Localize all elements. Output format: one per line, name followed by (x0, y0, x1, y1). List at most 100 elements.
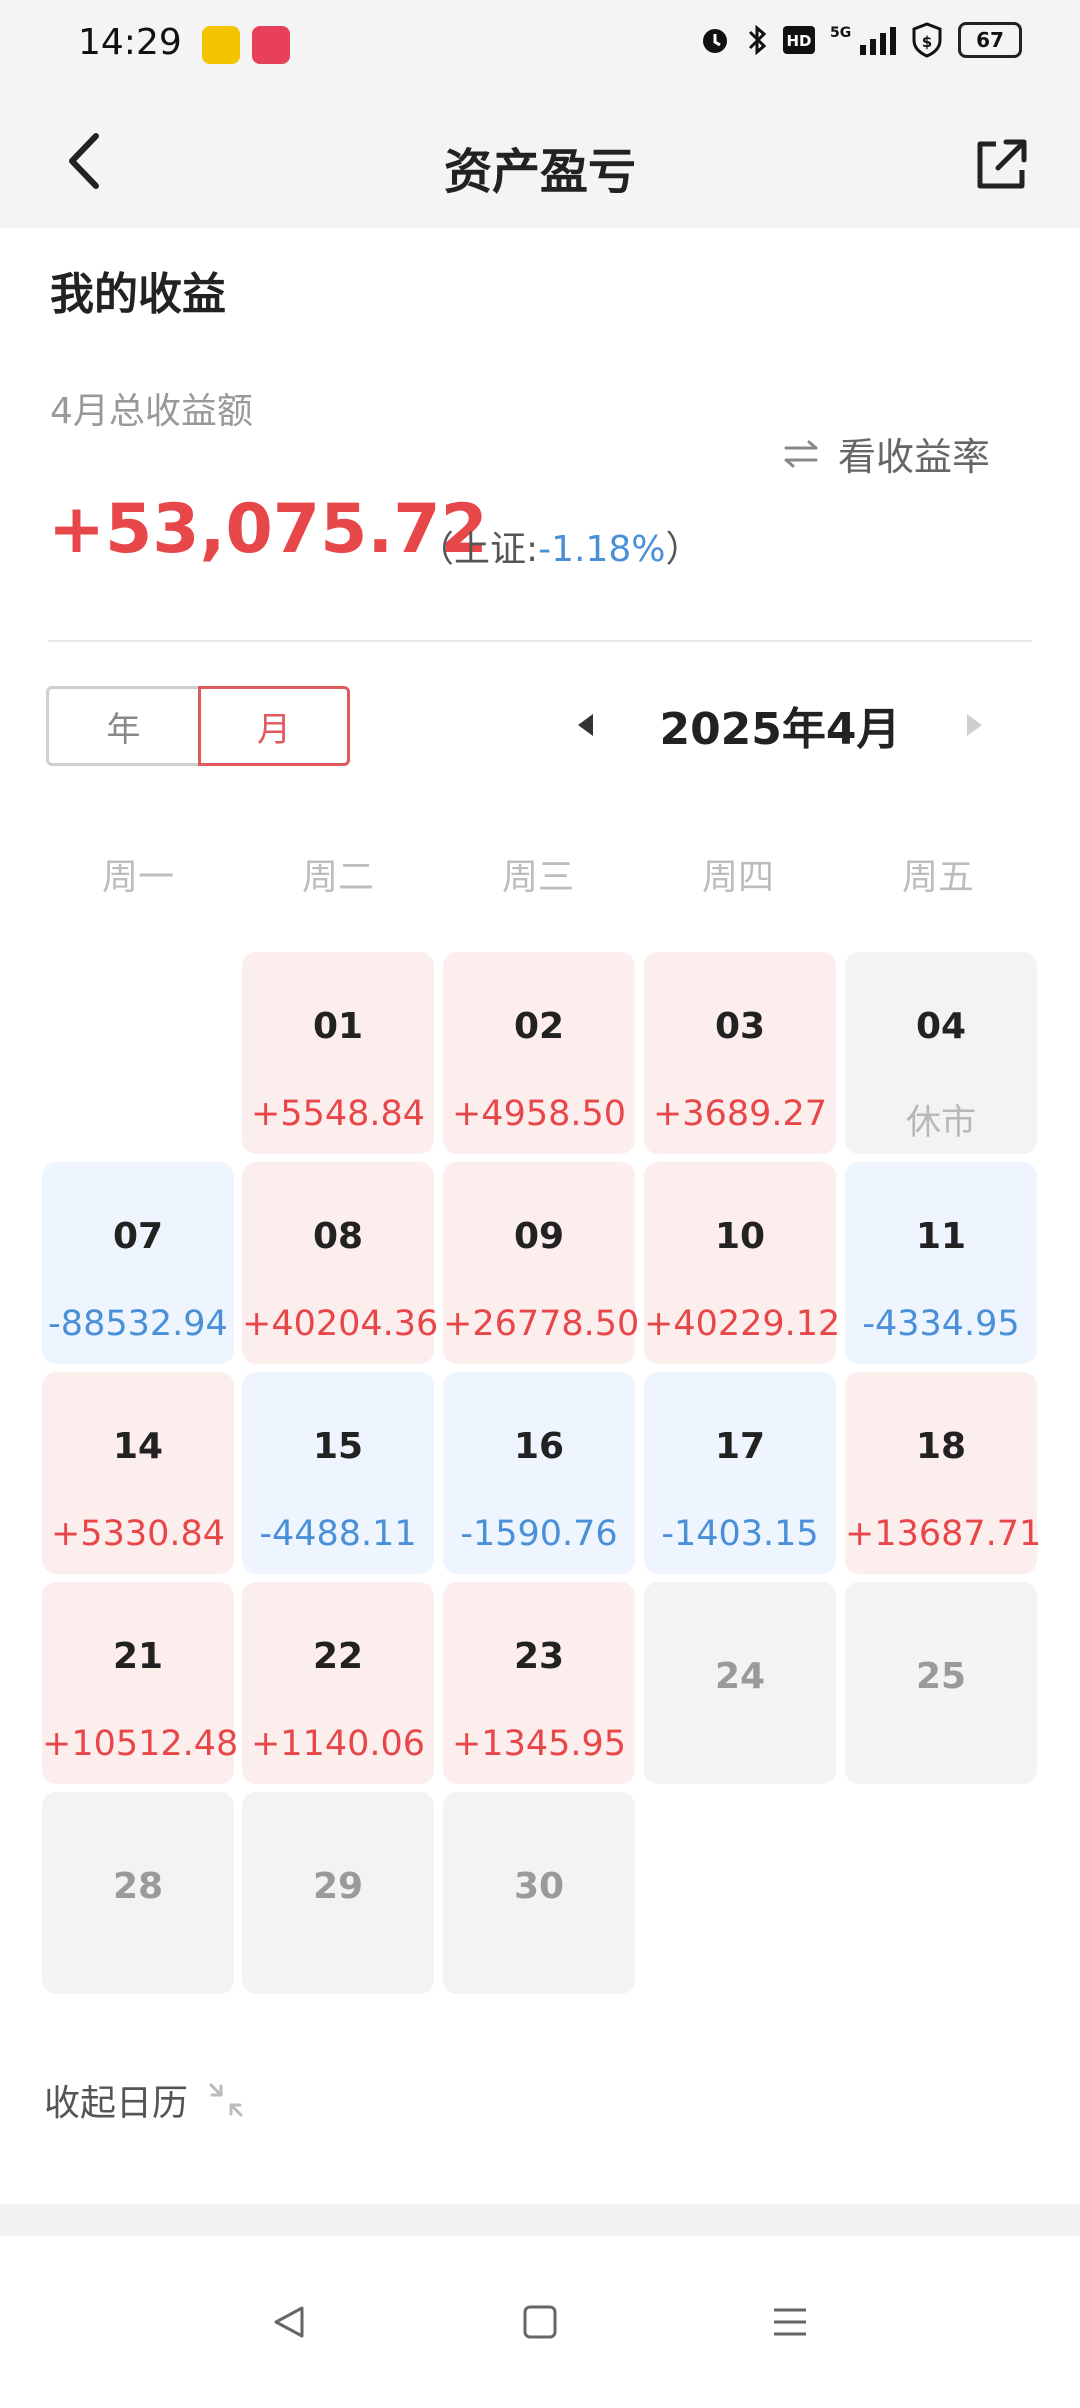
calendar-day-cell[interactable]: 21 +10512.48 (42, 1582, 239, 1784)
svg-text:5G: 5G (830, 25, 851, 41)
prev-month-icon[interactable] (578, 714, 593, 736)
day-profit: +40229.12 (644, 1304, 841, 1344)
day-profit: -1403.15 (661, 1514, 819, 1554)
nav-home-icon[interactable] (520, 2302, 560, 2342)
signal-5g-icon: 5G (830, 25, 896, 55)
day-number: 25 (915, 1656, 967, 1697)
calendar-day-cell[interactable]: 11 -4334.95 (845, 1162, 1037, 1364)
day-profit: -4488.11 (259, 1514, 417, 1554)
calendar-day-cell[interactable]: 17 -1403.15 (644, 1372, 836, 1574)
share-export-icon[interactable] (966, 130, 1036, 200)
day-profit: +1345.95 (451, 1724, 627, 1764)
calendar-day-cell[interactable]: 22 +1140.06 (242, 1582, 434, 1784)
calendar-day-cell[interactable]: 07 -88532.94 (42, 1162, 234, 1364)
day-number: 11 (915, 1216, 967, 1257)
battery-icon: 67 (958, 22, 1022, 58)
page-title: 资产盈亏 (443, 144, 636, 200)
day-profit: -1590.76 (460, 1514, 618, 1554)
calendar-day-cell[interactable]: 09 +26778.50 (443, 1162, 640, 1364)
index-comparison: （上证:-1.18%） (418, 520, 702, 572)
svg-text:$: $ (922, 33, 932, 51)
day-profit: +4958.50 (451, 1094, 627, 1134)
calendar-day-cell[interactable]: 14 +5330.84 (42, 1372, 234, 1574)
day-number: 29 (312, 1866, 364, 1907)
day-profit: +40204.36 (242, 1304, 439, 1344)
calendar-day-cell[interactable]: 02 +4958.50 (443, 952, 635, 1154)
period-segment: 年 月 (46, 686, 350, 766)
segment-year[interactable]: 年 (46, 686, 198, 766)
day-number: 09 (513, 1216, 565, 1257)
bluetooth-icon (748, 24, 767, 56)
battery-level: 67 (976, 28, 1004, 52)
day-number: 02 (513, 1006, 565, 1047)
day-number: 04 (915, 1006, 967, 1047)
weekday-label: 周四 (701, 857, 774, 898)
next-month-icon[interactable] (966, 714, 982, 736)
calendar-day-cell[interactable]: 28 (42, 1792, 234, 1994)
day-profit: +5548.84 (250, 1094, 426, 1134)
index-change: -1.18% (538, 529, 666, 570)
calendar-day-cell[interactable]: 16 -1590.76 (443, 1372, 635, 1574)
calendar-day-cell[interactable]: 08 +40204.36 (242, 1162, 439, 1364)
system-navigation-bar (0, 2236, 1080, 2408)
security-shield-icon: $ (912, 22, 942, 58)
collapse-calendar-button[interactable]: 收起日历 (44, 2074, 244, 2126)
nav-menu-icon[interactable] (770, 2302, 810, 2342)
day-number: 16 (513, 1426, 565, 1467)
status-bar: 14:29 HD 5G $ 67 (0, 0, 1080, 96)
day-number: 24 (714, 1656, 766, 1697)
calendar-day-cell[interactable]: 30 (443, 1792, 635, 1994)
segment-month[interactable]: 月 (198, 686, 350, 766)
day-profit: -4334.95 (862, 1304, 1020, 1344)
day-number: 08 (312, 1216, 364, 1257)
day-profit: +10512.48 (42, 1724, 239, 1764)
day-number: 03 (714, 1006, 766, 1047)
weekday-label: 周一 (101, 857, 174, 898)
weekday-label: 周五 (901, 857, 974, 898)
calendar-day-cell[interactable]: 24 (644, 1582, 836, 1784)
calendar-day-cell[interactable]: 01 +5548.84 (242, 952, 434, 1154)
day-number: 17 (714, 1426, 766, 1467)
day-number: 23 (513, 1636, 565, 1677)
weekday-label: 周三 (501, 857, 574, 898)
calendar-day-cell[interactable]: 18 +13687.71 (845, 1372, 1042, 1574)
calendar-day-cell[interactable]: 23 +1345.95 (443, 1582, 635, 1784)
total-label: 4月总收益额 (50, 391, 253, 432)
calendar-day-cell[interactable]: 10 +40229.12 (644, 1162, 841, 1364)
calendar-day-cell[interactable]: 25 (845, 1582, 1037, 1784)
day-profit: +3689.27 (652, 1094, 828, 1134)
divider (48, 640, 1032, 642)
bottom-separator (0, 2204, 1080, 2236)
swap-icon (784, 440, 818, 467)
calendar-day-cell[interactable]: 29 (242, 1792, 434, 1994)
calendar-day-cell[interactable]: 03 +3689.27 (644, 952, 836, 1154)
status-icons: HD 5G $ 67 (698, 22, 1022, 58)
day-profit: +13687.71 (845, 1514, 1042, 1554)
app-notification-icon (202, 26, 240, 64)
app-notification-icon (252, 26, 290, 64)
nav-back-icon[interactable] (270, 2302, 310, 2342)
day-number: 30 (513, 1866, 565, 1907)
weekday-header: 周一 周二 周三 周四 周五 (42, 848, 1038, 900)
day-number: 18 (915, 1426, 967, 1467)
section-title: 我的收益 (50, 269, 226, 320)
calendar-day-cell[interactable]: 15 -4488.11 (242, 1372, 434, 1574)
day-number: 21 (112, 1636, 164, 1677)
calendar-day-cell[interactable]: 04 休市 (845, 952, 1037, 1154)
svg-text:HD: HD (786, 32, 811, 50)
day-profit: 休市 (905, 1103, 976, 1143)
day-number: 28 (112, 1866, 164, 1907)
status-time: 14:29 (78, 22, 182, 63)
toggle-rate-button[interactable]: 看收益率 (782, 426, 990, 481)
alarm-icon (703, 29, 727, 53)
day-profit: +26778.50 (443, 1304, 640, 1344)
month-label: 2025年4月 (659, 704, 901, 755)
day-number: 22 (312, 1636, 364, 1677)
weekday-label: 周二 (301, 857, 374, 898)
month-navigator: 2025年4月 (570, 690, 990, 760)
day-profit: +5330.84 (50, 1514, 226, 1554)
collapse-arrows-icon (209, 2083, 243, 2117)
day-number: 10 (714, 1216, 766, 1257)
collapse-label: 收起日历 (44, 2083, 189, 2124)
nav-bar: 资产盈亏 (0, 96, 1080, 228)
